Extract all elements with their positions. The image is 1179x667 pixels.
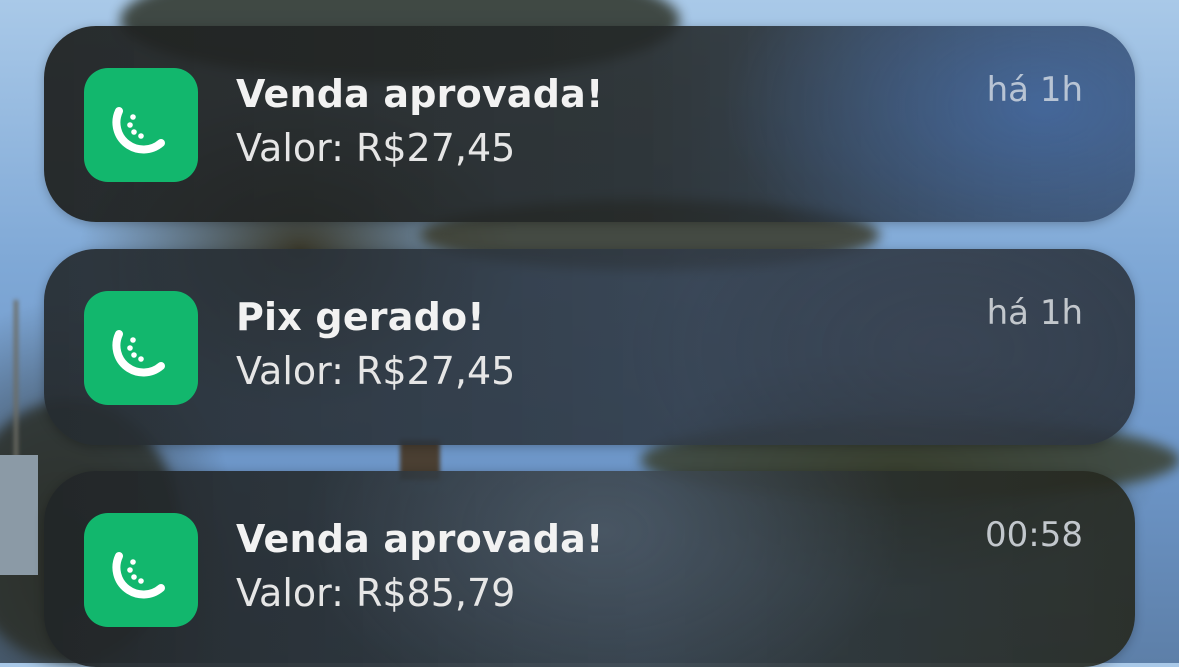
notification-card[interactable]: Venda aprovada! Valor: R$27,45 há 1h xyxy=(44,26,1135,222)
app-icon xyxy=(84,291,198,405)
notification-title: Venda aprovada! xyxy=(236,72,604,116)
notification-title: Pix gerado! xyxy=(236,295,485,339)
notification-body: Valor: R$85,79 xyxy=(236,571,516,615)
notification-card[interactable]: Pix gerado! Valor: R$27,45 há 1h xyxy=(44,249,1135,445)
pole-decoration xyxy=(14,300,18,460)
notification-timestamp: há 1h xyxy=(986,70,1083,110)
notification-card[interactable]: Venda aprovada! Valor: R$85,79 00:58 xyxy=(44,471,1135,667)
watermelon-slice-icon xyxy=(112,552,165,599)
notification-title: Venda aprovada! xyxy=(236,517,604,561)
notification-body: Valor: R$27,45 xyxy=(236,349,516,393)
watermelon-slice-icon xyxy=(112,107,165,154)
notification-timestamp: há 1h xyxy=(986,293,1083,333)
building-decoration xyxy=(0,455,38,575)
app-icon xyxy=(84,68,198,182)
watermelon-slice-icon xyxy=(112,330,165,377)
notification-timestamp: 00:58 xyxy=(985,515,1083,555)
notification-body: Valor: R$27,45 xyxy=(236,126,516,170)
app-icon xyxy=(84,513,198,627)
